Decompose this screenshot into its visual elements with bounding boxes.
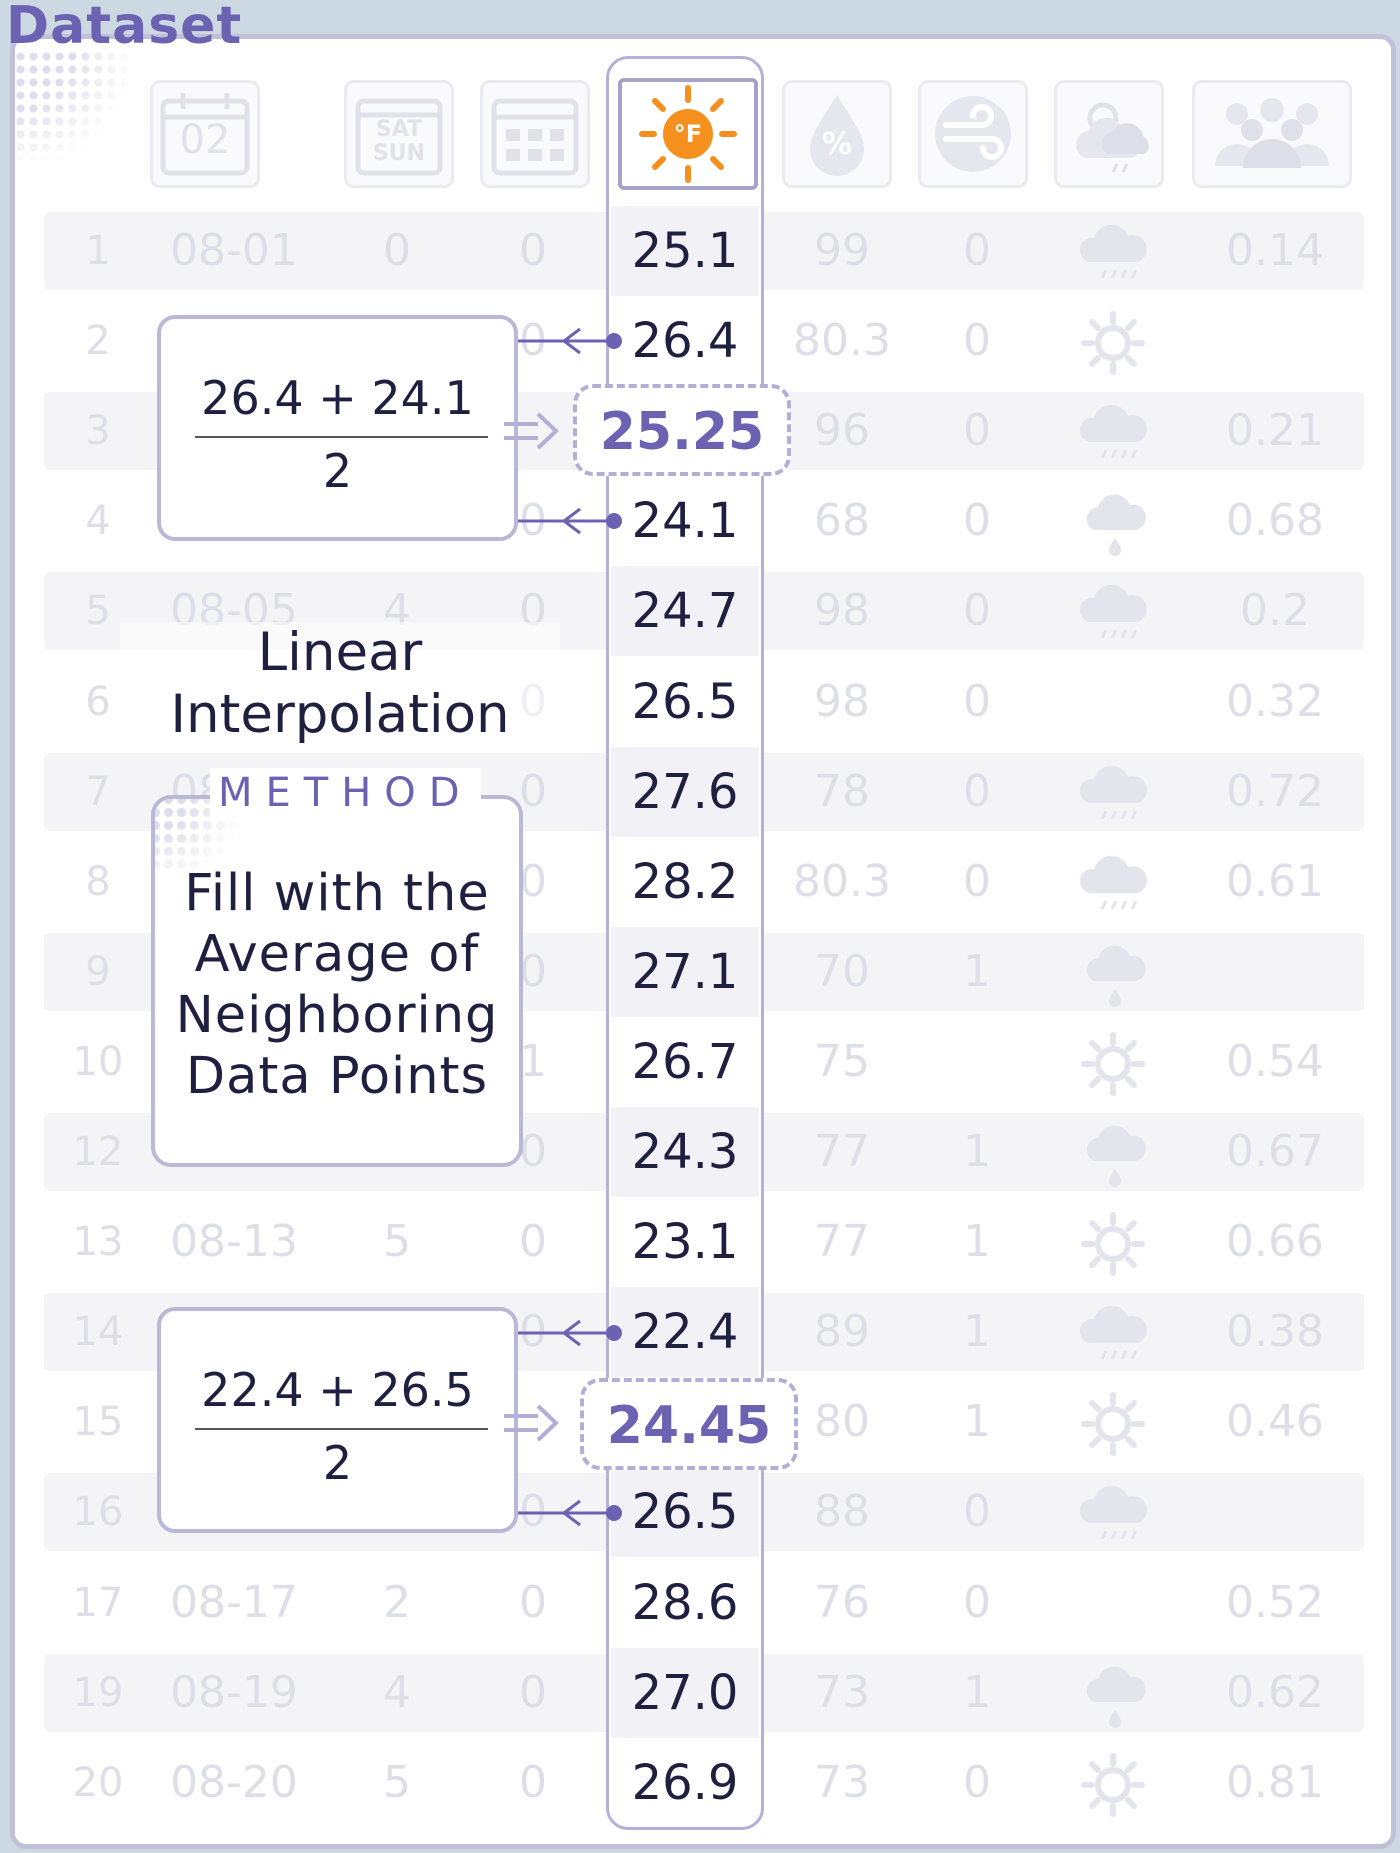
method-title-line-2: Interpolation xyxy=(170,684,510,745)
interpolated-value-row-15: 24.45 xyxy=(580,1378,798,1470)
interpolated-value-row-3: 25.25 xyxy=(573,384,791,476)
method-description-box: Fill with the Average of Neighboring Dat… xyxy=(151,795,523,1167)
method-line-1: Fill with the xyxy=(184,864,490,923)
method-title-line-1: Linear xyxy=(257,622,423,683)
method-line-2: Average of xyxy=(194,925,480,984)
method-title: Linear Interpolation xyxy=(120,622,560,746)
method-line-3: Neighboring xyxy=(175,986,499,1045)
method-line-4: Data Points xyxy=(185,1047,489,1106)
method-label: METHOD xyxy=(210,768,481,818)
